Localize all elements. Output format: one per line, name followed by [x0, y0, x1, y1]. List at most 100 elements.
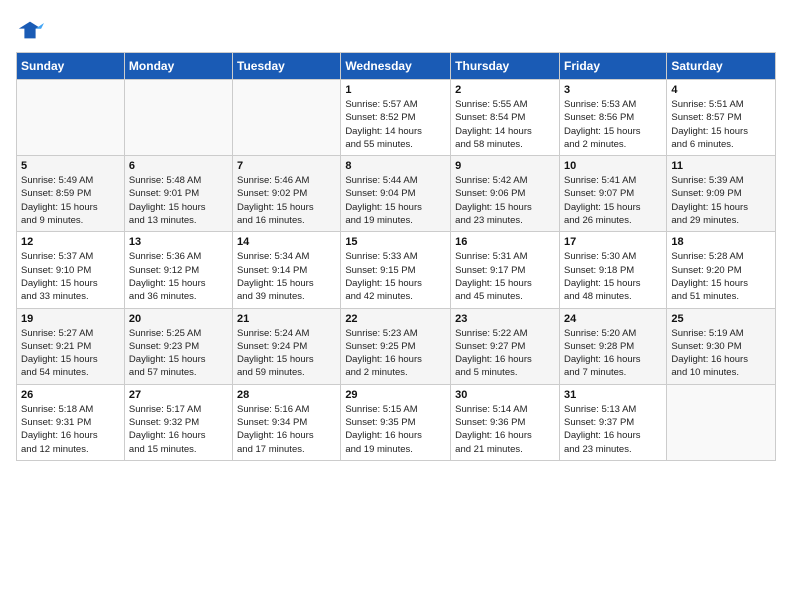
- calendar-cell: 22 Sunrise: 5:23 AM Sunset: 9:25 PM Dayli…: [341, 308, 451, 384]
- calendar-header-saturday: Saturday: [667, 53, 776, 80]
- day-number: 9: [455, 160, 555, 172]
- calendar-cell: 9 Sunrise: 5:42 AM Sunset: 9:06 PM Daylig…: [451, 156, 560, 232]
- calendar-cell: 29 Sunrise: 5:15 AM Sunset: 9:35 PM Dayli…: [341, 384, 451, 460]
- calendar-cell: 27 Sunrise: 5:17 AM Sunset: 9:32 PM Dayli…: [124, 384, 232, 460]
- calendar-week-row: 5Sunrise: 5:49 AM Sunset: 8:59 PM Daylig…: [17, 156, 776, 232]
- day-number: 4: [671, 84, 771, 96]
- day-info: Sunrise: 5:36 AM Sunset: 9:12 PM Dayligh…: [129, 250, 228, 303]
- day-number: 2: [455, 84, 555, 96]
- calendar-cell: 24Sunrise: 5:20 AM Sunset: 9:28 PM Dayli…: [559, 308, 666, 384]
- day-info: Sunrise: 5:13 AM Sunset: 9:37 PM Dayligh…: [564, 403, 662, 456]
- calendar-cell: 10 Sunrise: 5:41 AM Sunset: 9:07 PM Dayli…: [559, 156, 666, 232]
- calendar-cell: 25 Sunrise: 5:19 AM Sunset: 9:30 PM Dayli…: [667, 308, 776, 384]
- calendar-cell: [667, 384, 776, 460]
- calendar-cell: 14 Sunrise: 5:34 AM Sunset: 9:14 PM Dayli…: [233, 232, 341, 308]
- day-info: Sunrise: 5:23 AM Sunset: 9:25 PM Dayligh…: [345, 327, 446, 380]
- day-number: 24: [564, 313, 662, 325]
- calendar-cell: 23 Sunrise: 5:22 AM Sunset: 9:27 PM Dayli…: [451, 308, 560, 384]
- day-info: Sunrise: 5:48 AM Sunset: 9:01 PM Dayligh…: [129, 174, 228, 227]
- day-number: 7: [237, 160, 336, 172]
- day-info: Sunrise: 5:15 AM Sunset: 9:35 PM Dayligh…: [345, 403, 446, 456]
- calendar-header-row: SundayMondayTuesdayWednesdayThursdayFrid…: [17, 53, 776, 80]
- calendar-cell: [233, 80, 341, 156]
- calendar-cell: 30 Sunrise: 5:14 AM Sunset: 9:36 PM Dayli…: [451, 384, 560, 460]
- calendar-week-row: 19 Sunrise: 5:27 AM Sunset: 9:21 PM Dayli…: [17, 308, 776, 384]
- day-number: 12: [21, 236, 120, 248]
- calendar-header-friday: Friday: [559, 53, 666, 80]
- calendar-cell: [124, 80, 232, 156]
- day-number: 1: [345, 84, 446, 96]
- calendar-cell: [17, 80, 125, 156]
- calendar-header-sunday: Sunday: [17, 53, 125, 80]
- day-info: Sunrise: 5:24 AM Sunset: 9:24 PM Dayligh…: [237, 327, 336, 380]
- page-header: [16, 16, 776, 44]
- calendar-cell: 4 Sunrise: 5:51 AM Sunset: 8:57 PM Daylig…: [667, 80, 776, 156]
- day-number: 29: [345, 389, 446, 401]
- calendar-cell: 7 Sunrise: 5:46 AM Sunset: 9:02 PM Daylig…: [233, 156, 341, 232]
- day-number: 30: [455, 389, 555, 401]
- calendar-week-row: 1 Sunrise: 5:57 AM Sunset: 8:52 PM Daylig…: [17, 80, 776, 156]
- day-info: Sunrise: 5:57 AM Sunset: 8:52 PM Dayligh…: [345, 98, 446, 151]
- day-info: Sunrise: 5:44 AM Sunset: 9:04 PM Dayligh…: [345, 174, 446, 227]
- day-number: 13: [129, 236, 228, 248]
- day-info: Sunrise: 5:33 AM Sunset: 9:15 PM Dayligh…: [345, 250, 446, 303]
- calendar-cell: 8 Sunrise: 5:44 AM Sunset: 9:04 PM Daylig…: [341, 156, 451, 232]
- day-info: Sunrise: 5:37 AM Sunset: 9:10 PM Dayligh…: [21, 250, 120, 303]
- day-info: Sunrise: 5:55 AM Sunset: 8:54 PM Dayligh…: [455, 98, 555, 151]
- day-number: 22: [345, 313, 446, 325]
- day-info: Sunrise: 5:31 AM Sunset: 9:17 PM Dayligh…: [455, 250, 555, 303]
- day-info: Sunrise: 5:22 AM Sunset: 9:27 PM Dayligh…: [455, 327, 555, 380]
- day-info: Sunrise: 5:51 AM Sunset: 8:57 PM Dayligh…: [671, 98, 771, 151]
- calendar-cell: 26 Sunrise: 5:18 AM Sunset: 9:31 PM Dayli…: [17, 384, 125, 460]
- day-info: Sunrise: 5:27 AM Sunset: 9:21 PM Dayligh…: [21, 327, 120, 380]
- day-number: 28: [237, 389, 336, 401]
- day-info: Sunrise: 5:46 AM Sunset: 9:02 PM Dayligh…: [237, 174, 336, 227]
- day-number: 20: [129, 313, 228, 325]
- day-number: 21: [237, 313, 336, 325]
- calendar-cell: 3Sunrise: 5:53 AM Sunset: 8:56 PM Daylig…: [559, 80, 666, 156]
- day-info: Sunrise: 5:41 AM Sunset: 9:07 PM Dayligh…: [564, 174, 662, 227]
- day-number: 18: [671, 236, 771, 248]
- day-number: 8: [345, 160, 446, 172]
- day-info: Sunrise: 5:53 AM Sunset: 8:56 PM Dayligh…: [564, 98, 662, 151]
- day-number: 15: [345, 236, 446, 248]
- calendar-cell: 19 Sunrise: 5:27 AM Sunset: 9:21 PM Dayli…: [17, 308, 125, 384]
- calendar-header-monday: Monday: [124, 53, 232, 80]
- calendar-header-thursday: Thursday: [451, 53, 560, 80]
- calendar-cell: 21 Sunrise: 5:24 AM Sunset: 9:24 PM Dayli…: [233, 308, 341, 384]
- day-number: 6: [129, 160, 228, 172]
- day-info: Sunrise: 5:34 AM Sunset: 9:14 PM Dayligh…: [237, 250, 336, 303]
- calendar-cell: 2 Sunrise: 5:55 AM Sunset: 8:54 PM Daylig…: [451, 80, 560, 156]
- day-number: 19: [21, 313, 120, 325]
- day-info: Sunrise: 5:49 AM Sunset: 8:59 PM Dayligh…: [21, 174, 120, 227]
- day-number: 17: [564, 236, 662, 248]
- day-number: 14: [237, 236, 336, 248]
- calendar-cell: 15 Sunrise: 5:33 AM Sunset: 9:15 PM Dayli…: [341, 232, 451, 308]
- day-info: Sunrise: 5:14 AM Sunset: 9:36 PM Dayligh…: [455, 403, 555, 456]
- calendar-cell: 1 Sunrise: 5:57 AM Sunset: 8:52 PM Daylig…: [341, 80, 451, 156]
- day-info: Sunrise: 5:17 AM Sunset: 9:32 PM Dayligh…: [129, 403, 228, 456]
- logo: [16, 16, 48, 44]
- calendar-cell: 17Sunrise: 5:30 AM Sunset: 9:18 PM Dayli…: [559, 232, 666, 308]
- day-info: Sunrise: 5:19 AM Sunset: 9:30 PM Dayligh…: [671, 327, 771, 380]
- day-info: Sunrise: 5:25 AM Sunset: 9:23 PM Dayligh…: [129, 327, 228, 380]
- day-number: 16: [455, 236, 555, 248]
- day-number: 27: [129, 389, 228, 401]
- day-number: 23: [455, 313, 555, 325]
- calendar-cell: 12 Sunrise: 5:37 AM Sunset: 9:10 PM Dayli…: [17, 232, 125, 308]
- day-info: Sunrise: 5:28 AM Sunset: 9:20 PM Dayligh…: [671, 250, 771, 303]
- day-number: 26: [21, 389, 120, 401]
- calendar-cell: 18 Sunrise: 5:28 AM Sunset: 9:20 PM Dayli…: [667, 232, 776, 308]
- day-number: 11: [671, 160, 771, 172]
- logo-icon: [16, 16, 44, 44]
- day-number: 10: [564, 160, 662, 172]
- calendar-cell: 6 Sunrise: 5:48 AM Sunset: 9:01 PM Daylig…: [124, 156, 232, 232]
- day-info: Sunrise: 5:42 AM Sunset: 9:06 PM Dayligh…: [455, 174, 555, 227]
- day-info: Sunrise: 5:39 AM Sunset: 9:09 PM Dayligh…: [671, 174, 771, 227]
- calendar-header-tuesday: Tuesday: [233, 53, 341, 80]
- calendar-cell: 28 Sunrise: 5:16 AM Sunset: 9:34 PM Dayli…: [233, 384, 341, 460]
- day-number: 25: [671, 313, 771, 325]
- day-info: Sunrise: 5:16 AM Sunset: 9:34 PM Dayligh…: [237, 403, 336, 456]
- calendar-cell: 11 Sunrise: 5:39 AM Sunset: 9:09 PM Dayli…: [667, 156, 776, 232]
- day-info: Sunrise: 5:18 AM Sunset: 9:31 PM Dayligh…: [21, 403, 120, 456]
